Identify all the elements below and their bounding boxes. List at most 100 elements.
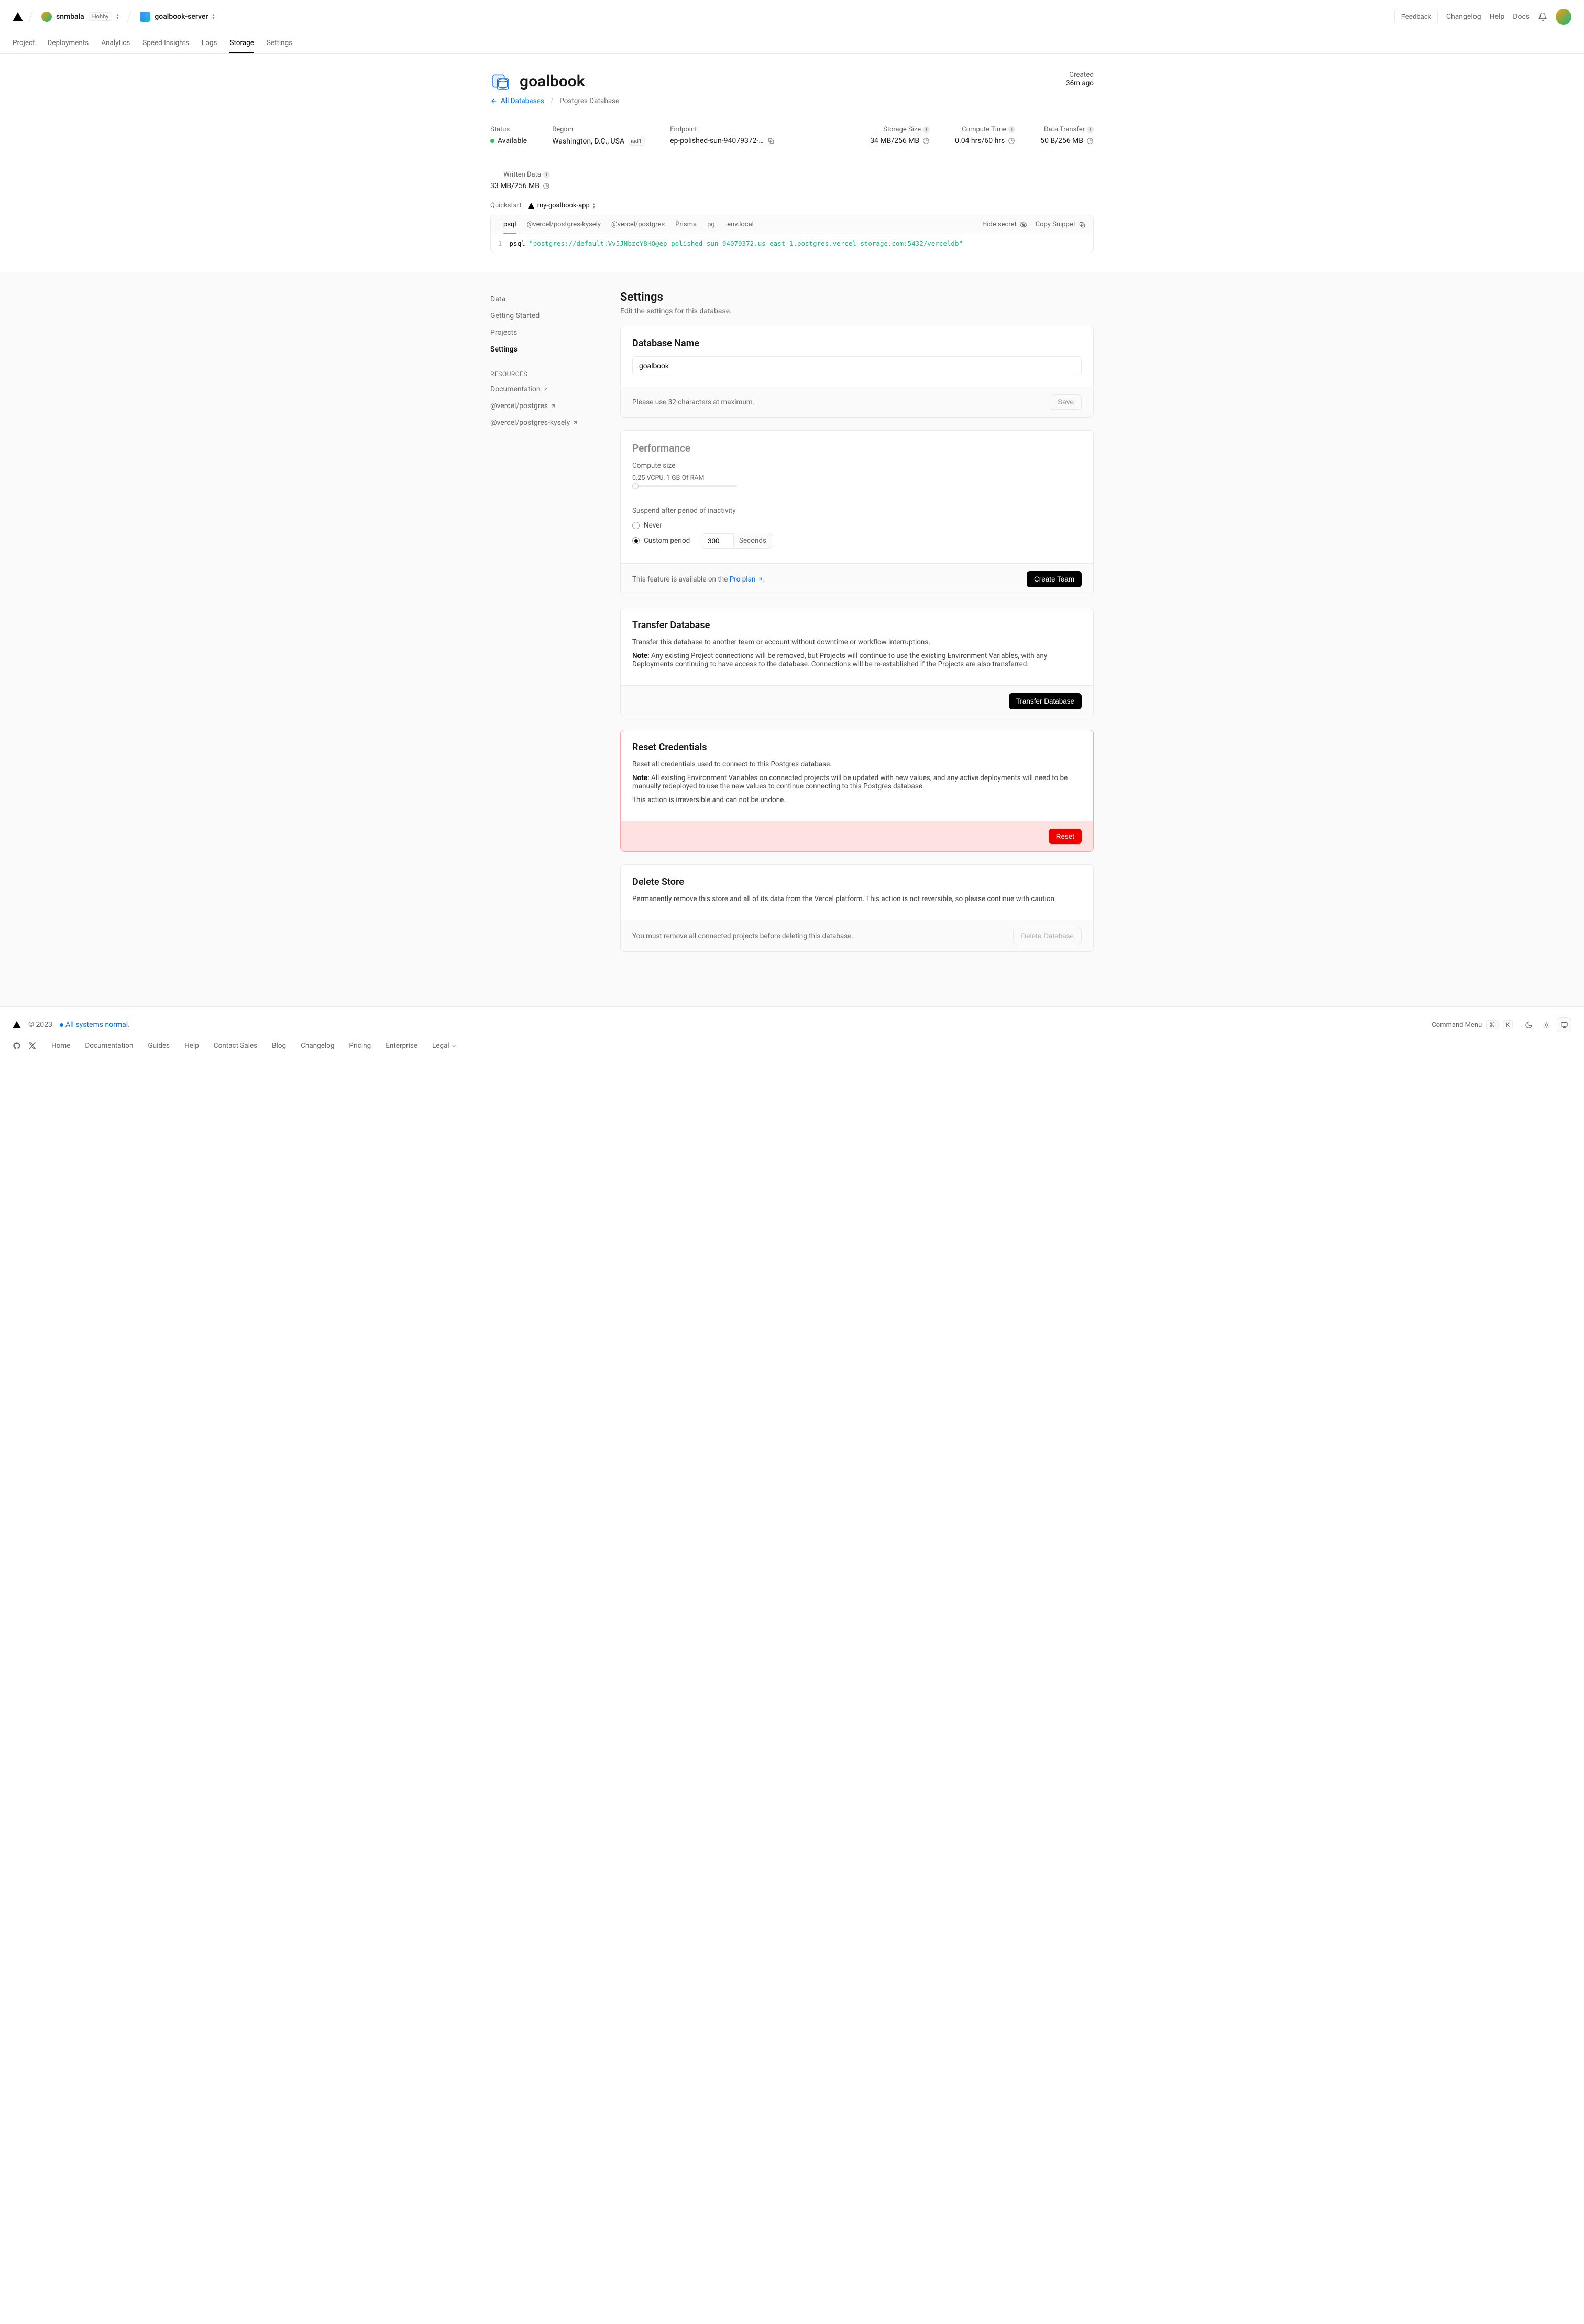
arrow-left-icon: [490, 97, 498, 105]
reset-note: Note: All existing Environment Variables…: [632, 774, 1082, 791]
footer-link-home[interactable]: Home: [51, 1042, 70, 1050]
copy-icon[interactable]: [767, 137, 775, 145]
footer-link-blog[interactable]: Blog: [272, 1042, 286, 1050]
all-databases-link[interactable]: All Databases: [490, 97, 544, 105]
project-name: goalbook-server: [155, 13, 208, 21]
scope-switcher-icon[interactable]: ▴▾: [116, 14, 118, 20]
transfer-database-card: Transfer Database Transfer this database…: [620, 608, 1094, 717]
theme-system-button[interactable]: [1557, 1017, 1571, 1032]
footer-link-documentation[interactable]: Documentation: [85, 1042, 133, 1050]
database-name-title: Database Name: [632, 338, 1082, 349]
tab-speed-insights[interactable]: Speed Insights: [142, 34, 189, 53]
save-button[interactable]: Save: [1050, 394, 1082, 410]
help-link[interactable]: Help: [1490, 13, 1505, 21]
slider-thumb[interactable]: [632, 483, 639, 489]
code-snippet-card: psql @vercel/postgres-kysely @vercel/pos…: [490, 215, 1094, 253]
chevron-down-icon: [451, 1043, 457, 1049]
created-value: 36m ago: [1066, 79, 1094, 87]
info-icon[interactable]: i: [543, 171, 550, 178]
delete-hint: You must remove all connected projects b…: [632, 932, 853, 940]
custom-period-input[interactable]: [702, 533, 733, 549]
footer-link-changelog[interactable]: Changelog: [301, 1042, 334, 1050]
tab-settings[interactable]: Settings: [267, 34, 292, 53]
breadcrumb-sep: /: [551, 97, 554, 105]
code-tab-postgres[interactable]: @vercel/postgres: [606, 215, 670, 234]
footer-link-guides[interactable]: Guides: [148, 1042, 170, 1050]
usage-chart-icon[interactable]: [1008, 137, 1015, 145]
sun-icon: [1543, 1021, 1550, 1029]
kbd-cmd: ⌘: [1486, 1020, 1499, 1029]
project-scope[interactable]: goalbook-server ▴▾: [137, 9, 217, 24]
vercel-footer-logo[interactable]: [13, 1021, 21, 1028]
footer-social: [13, 1042, 37, 1050]
stat-label: Data Transfer: [1044, 126, 1085, 134]
tab-storage[interactable]: Storage: [229, 34, 254, 53]
stat-region: Region Washington, D.C., USA iad1: [552, 126, 645, 146]
feedback-button[interactable]: Feedback: [1394, 9, 1438, 24]
info-icon[interactable]: i: [923, 126, 930, 133]
footer-link-contact[interactable]: Contact Sales: [214, 1042, 257, 1050]
footer-link-legal[interactable]: Legal: [432, 1042, 457, 1050]
tab-logs[interactable]: Logs: [202, 34, 217, 53]
sidebar-resource-postgres[interactable]: @vercel/postgres: [490, 398, 595, 414]
command-menu-button[interactable]: Command Menu ⌘ K: [1432, 1020, 1513, 1029]
code-tab-prisma[interactable]: Prisma: [670, 215, 702, 234]
changelog-link[interactable]: Changelog: [1446, 13, 1481, 21]
footer-link-help[interactable]: Help: [184, 1042, 199, 1050]
code-tab-kysely[interactable]: @vercel/postgres-kysely: [522, 215, 606, 234]
system-status-link[interactable]: All systems normal.: [60, 1021, 130, 1029]
user-avatar[interactable]: [1556, 9, 1571, 25]
external-link-icon: [572, 420, 578, 426]
project-switcher-icon[interactable]: ▴▾: [212, 14, 214, 20]
usage-chart-icon[interactable]: [1086, 137, 1094, 145]
tab-project[interactable]: Project: [13, 34, 35, 53]
theme-light-button[interactable]: [1539, 1017, 1554, 1032]
notifications-icon[interactable]: [1538, 12, 1547, 21]
pro-plan-link[interactable]: Pro plan: [730, 575, 763, 584]
usage-chart-icon[interactable]: [543, 182, 550, 190]
reset-button[interactable]: Reset: [1049, 829, 1082, 844]
x-twitter-icon[interactable]: [28, 1042, 37, 1050]
footer-link-enterprise[interactable]: Enterprise: [386, 1042, 417, 1050]
info-icon[interactable]: i: [1087, 126, 1094, 133]
compute-slider[interactable]: [632, 485, 737, 487]
vercel-logo[interactable]: [13, 12, 23, 21]
delete-database-button[interactable]: Delete Database: [1013, 928, 1082, 944]
hide-secret-button[interactable]: Hide secret: [982, 221, 1027, 228]
suspend-never-row[interactable]: Never: [632, 521, 1082, 530]
tab-deployments[interactable]: Deployments: [48, 34, 89, 53]
database-name-input[interactable]: [632, 356, 1082, 375]
usage-chart-icon[interactable]: [922, 137, 930, 145]
sidebar-item-getting-started[interactable]: Getting Started: [490, 308, 595, 324]
code-tab-env[interactable]: .env.local: [720, 215, 759, 234]
code-tab-pg[interactable]: pg: [702, 215, 720, 234]
suspend-custom-row[interactable]: Custom period Seconds: [632, 533, 1082, 549]
reset-title: Reset Credentials: [632, 742, 1082, 753]
sidebar-item-data[interactable]: Data: [490, 291, 595, 308]
copy-snippet-button[interactable]: Copy Snippet: [1036, 221, 1086, 228]
radio-custom[interactable]: [632, 537, 640, 544]
quickstart-app-selector[interactable]: my-goalbook-app ▴▾: [528, 202, 595, 210]
sidebar-resource-docs[interactable]: Documentation: [490, 381, 595, 398]
docs-link[interactable]: Docs: [1513, 13, 1530, 21]
sidebar-item-projects[interactable]: Projects: [490, 324, 595, 341]
github-icon[interactable]: [13, 1042, 21, 1050]
sidebar-resource-kysely[interactable]: @vercel/postgres-kysely: [490, 414, 595, 431]
code-tab-psql[interactable]: psql: [498, 215, 522, 234]
status-value: Available: [498, 137, 527, 145]
team-scope[interactable]: snmbala Hobby ▴▾: [38, 9, 122, 24]
created-label: Created: [1066, 71, 1094, 79]
create-team-button[interactable]: Create Team: [1027, 571, 1082, 587]
sidebar-item-settings[interactable]: Settings: [490, 341, 595, 358]
resource-label: @vercel/postgres-kysely: [490, 419, 570, 427]
hide-secret-label: Hide secret: [982, 221, 1017, 228]
theme-dark-button[interactable]: [1521, 1017, 1536, 1032]
info-icon[interactable]: i: [1008, 126, 1015, 133]
stat-compute: Compute Time i 0.04 hrs/60 hrs: [955, 126, 1015, 146]
tab-analytics[interactable]: Analytics: [101, 34, 130, 53]
footer-link-pricing[interactable]: Pricing: [349, 1042, 371, 1050]
performance-title: Performance: [632, 442, 1082, 454]
transfer-database-button[interactable]: Transfer Database: [1009, 693, 1082, 709]
copy-icon: [1079, 221, 1086, 228]
radio-never[interactable]: [632, 522, 640, 529]
